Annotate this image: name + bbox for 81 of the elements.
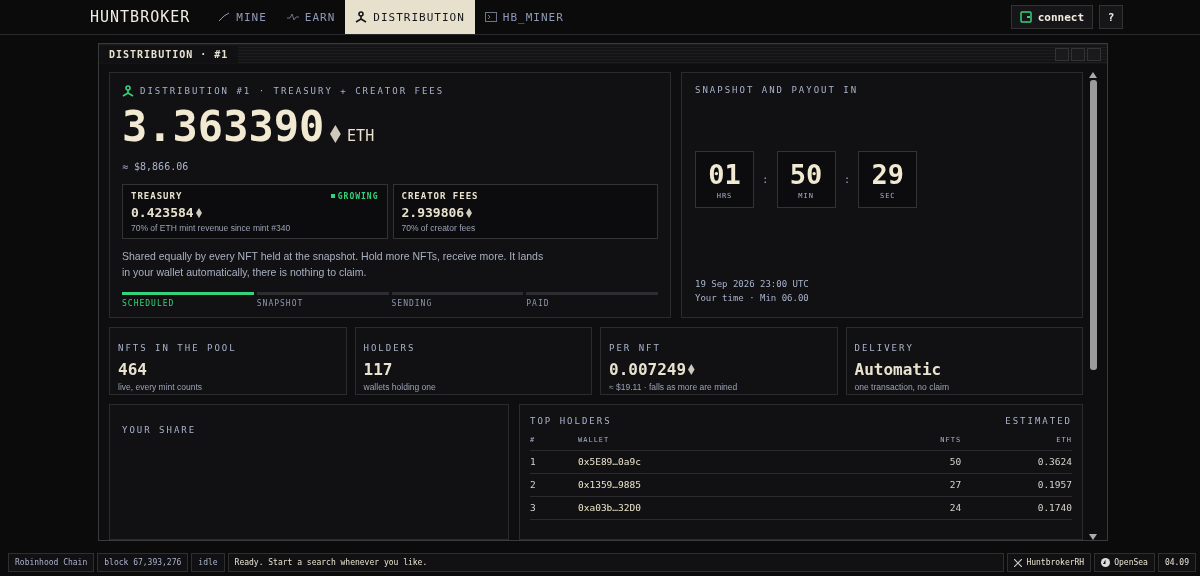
ethereum-icon [688, 364, 695, 375]
time-separator: : [762, 173, 769, 186]
stat-note: ≈ $19.11 · falls as more are mined [609, 382, 739, 392]
chain-name: Robinhood Chain [8, 553, 95, 572]
ethereum-icon [330, 125, 342, 143]
block-number: block 67,393,276 [97, 553, 189, 572]
wave-icon [286, 12, 299, 22]
table-cell: 24 [781, 496, 962, 520]
step-label: SNAPSHOT [256, 299, 305, 308]
source-note: 70% of creator fees [401, 223, 477, 233]
help-button[interactable]: ? [1099, 5, 1123, 29]
column-group-label: ESTIMATED [1005, 416, 1072, 426]
table-cell: 0xa03b…32D0 [578, 496, 782, 520]
countdown-value: 29 [871, 159, 904, 190]
scroll-up-icon[interactable] [1089, 72, 1097, 78]
step-label: SENDING [391, 299, 434, 308]
stat-title: HOLDERS [363, 343, 416, 353]
nav-tab[interactable]: MINE [208, 0, 277, 34]
source-title: CREATOR FEES [401, 191, 479, 201]
pool-amount: 3.363390 [122, 105, 325, 149]
scrollbar[interactable] [1087, 72, 1099, 540]
stat-title: PER NFT [609, 343, 661, 353]
ethereum-icon [195, 207, 202, 218]
step-label: SCHEDULED [122, 299, 176, 308]
table-cell: 0.3624 [961, 450, 1072, 474]
step-label: PAID [526, 299, 551, 308]
description-text: Shared equally by every NFT held at the snapshot. Hold more NFTs, receive more. It lands in your wallet automatically, there is nothing to claim. [122, 249, 545, 280]
countdown-value: 50 [789, 159, 823, 190]
stat-value: 0.007249 [609, 360, 687, 379]
section-heading: SNAPSHOT AND PAYOUT IN [695, 85, 860, 95]
stat-title: NFTS IN THE POOL [118, 343, 237, 353]
stat-value: Automatic [854, 360, 942, 379]
table-cell: 50 [781, 450, 962, 474]
source-note: 70% of ETH mint revenue since mint #340 [131, 223, 292, 233]
stat-value: 464 [118, 360, 147, 379]
status-badge: GROWING [330, 191, 379, 201]
table-cell: 1 [530, 450, 578, 474]
table-cell: 3 [530, 496, 578, 520]
stat-note: one transaction, no claim [854, 382, 950, 392]
local-time: Your time · Min 06.00 [695, 292, 810, 305]
stat-note: live, every mint counts [118, 382, 204, 392]
ethereum-icon [466, 207, 473, 218]
sync-state: idle [191, 553, 225, 572]
source-value: 2.939806 [401, 205, 465, 220]
section-heading: TOP HOLDERS [530, 416, 612, 426]
window-title: DISTRIBUTION · #1 [99, 45, 239, 63]
table-cell: 0.1740 [961, 496, 1072, 520]
table-cell: 0x5E89…0a9c [578, 450, 782, 474]
sailboat-icon [1101, 558, 1111, 567]
scroll-down-icon[interactable] [1089, 534, 1097, 540]
clock-time: 04.09 [1157, 553, 1196, 572]
stat-note: wallets holding one [363, 382, 437, 392]
opensea-link[interactable]: OpenSea [1094, 553, 1155, 572]
x-icon [1014, 558, 1023, 567]
table-cell: 0.1957 [961, 473, 1072, 497]
section-heading: DISTRIBUTION #1 · TREASURY + CREATOR FEES [140, 86, 445, 96]
status-message: Ready. Start a search whenever you like. [227, 553, 1005, 572]
terminal-icon [484, 12, 497, 22]
nav-tab[interactable]: EARN [276, 0, 346, 34]
trend-line-icon [218, 12, 231, 22]
countdown-value: 01 [708, 159, 741, 190]
source-title: TREASURY [131, 191, 183, 201]
nav-tab[interactable]: HB_MINER [474, 0, 574, 34]
table-cell: 2 [530, 473, 578, 497]
usd-value: ≈ $8,866.06 [122, 161, 190, 172]
stat-title: DELIVERY [854, 343, 914, 353]
wallet-icon [1019, 11, 1032, 23]
source-value: 0.423584 [131, 205, 194, 220]
currency-unit: ETH [347, 127, 375, 145]
stat-value: 117 [363, 360, 393, 379]
section-heading: YOUR SHARE [122, 425, 197, 435]
x-link[interactable]: HuntbrokerRH [1007, 553, 1092, 572]
person-icon [122, 85, 134, 97]
table-cell: 0x1359…9885 [578, 473, 782, 497]
connect-button[interactable]: connect [1010, 5, 1093, 29]
brand-logo: HUNTBROKER [90, 8, 191, 26]
table-cell: 27 [781, 473, 962, 497]
time-separator: : [843, 173, 851, 186]
person-icon [355, 11, 368, 23]
nav-tab[interactable]: DISTRIBUTION [345, 0, 475, 34]
payout-date: 19 Sep 2026 23:00 UTC [695, 278, 810, 291]
